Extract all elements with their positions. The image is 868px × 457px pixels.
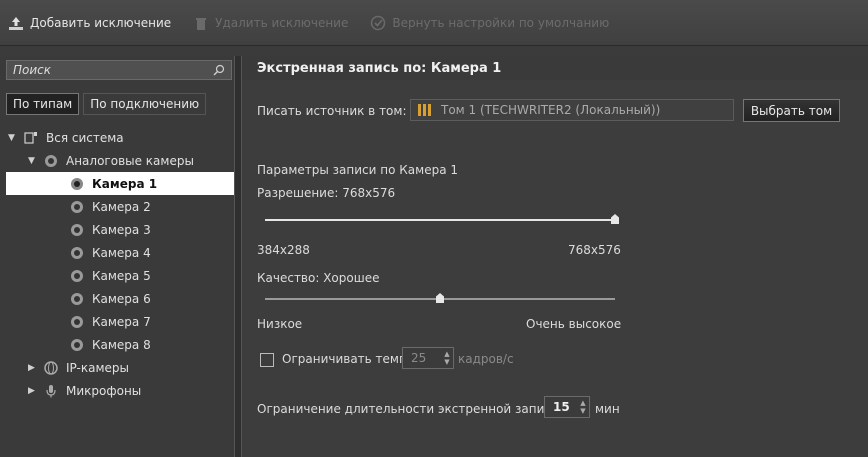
camera-group-icon	[45, 154, 57, 167]
volume-icon	[418, 104, 431, 116]
tree-item-label: Микрофоны	[66, 383, 142, 398]
quality-slider-thumb[interactable]	[436, 293, 444, 303]
camera-icon	[71, 246, 83, 259]
camera-icon	[71, 292, 83, 305]
tree-item-label: Камера 6	[92, 291, 151, 306]
tree-item-camera-7[interactable]: Камера 7	[6, 310, 234, 333]
stepper-arrows-icon[interactable]: ▲ ▼	[577, 399, 589, 415]
camera-icon	[71, 177, 83, 190]
quality-max-label: Очень высокое	[526, 317, 622, 331]
camera-icon	[71, 269, 83, 282]
panel-title: Экстренная запись по: Камера 1	[242, 56, 868, 80]
tree-item-camera-1[interactable]: Камера 1	[6, 172, 234, 195]
ip-camera-icon	[44, 360, 58, 375]
duration-value: 15	[553, 400, 570, 414]
tree-item-camera-3[interactable]: Камера 3	[6, 218, 234, 241]
settings-panel: Писать источник в том: Том 1 (TECHWRITER…	[242, 80, 868, 457]
search-icon[interactable]	[213, 64, 225, 76]
rate-unit: кадров/с	[458, 352, 514, 366]
left-panel: Поиск По типам По подключению ▼ Вся сист…	[0, 56, 234, 457]
source-volume-field[interactable]: Том 1 (TECHWRITER2 (Локальный))	[410, 99, 734, 121]
expand-arrow-icon[interactable]: ▶	[28, 363, 38, 373]
expand-arrow-icon[interactable]: ▶	[28, 386, 38, 396]
duration-stepper[interactable]: 15 ▲ ▼	[544, 396, 590, 418]
quality-label: Качество: Хорошее	[257, 271, 380, 285]
resolution-max-label: 768x576	[568, 243, 621, 257]
restore-defaults-label: Вернуть настройки по умолчанию	[392, 15, 610, 30]
tree-item-label: Камера 7	[92, 314, 151, 329]
tree-item-ip-cameras[interactable]: ▶ IP-камеры	[6, 356, 234, 379]
select-volume-button[interactable]: Выбрать том	[743, 99, 840, 122]
restore-defaults-button[interactable]: Вернуть настройки по умолчанию	[370, 15, 609, 31]
tab-by-connection[interactable]: По подключению	[83, 93, 207, 115]
add-exception-button[interactable]: Добавить исключение	[8, 15, 171, 31]
tree-item-label: Камера 3	[92, 222, 151, 237]
tree-item-label: Камера 4	[92, 245, 151, 260]
tree-item-camera-2[interactable]: Камера 2	[6, 195, 234, 218]
limit-rate-checkbox[interactable]	[260, 353, 274, 367]
tree-item-label: Камера 2	[92, 199, 151, 214]
tree-item-camera-8[interactable]: Камера 8	[6, 333, 234, 356]
search-input[interactable]: Поиск	[6, 60, 232, 80]
resolution-min-label: 384x288	[257, 243, 310, 257]
tree-item-label: Вся система	[46, 130, 124, 145]
rate-value: 25	[411, 351, 427, 365]
tree-item-label: Камера 5	[92, 268, 151, 283]
resolution-label: Разрешение: 768x576	[257, 186, 396, 200]
source-volume-value: Том 1 (TECHWRITER2 (Локальный))	[441, 103, 661, 117]
delete-exception-button[interactable]: Удалить исключение	[193, 15, 348, 31]
tree-item-label: Камера 1	[92, 176, 158, 191]
device-tree: ▼ Вся система ▼ Аналоговые камеры Камера…	[6, 126, 234, 402]
camera-icon	[71, 315, 83, 328]
trash-icon	[196, 17, 207, 30]
add-exception-label: Добавить исключение	[30, 15, 172, 30]
tree-item-camera-5[interactable]: Камера 5	[6, 264, 234, 287]
quality-min-label: Низкое	[257, 317, 303, 331]
expand-arrow-icon[interactable]: ▼	[8, 133, 18, 143]
tree-item-label: Аналоговые камеры	[66, 153, 194, 168]
stepper-arrows-icon[interactable]: ▲ ▼	[441, 350, 453, 366]
tree-item-microphones[interactable]: ▶ Микрофоны	[6, 379, 234, 402]
duration-label: Ограничение длительности экстренной запи…	[257, 402, 559, 416]
add-exception-icon	[9, 16, 23, 30]
microphone-icon	[46, 384, 56, 397]
checkmark-circle-icon	[371, 15, 386, 30]
source-label: Писать источник в том:	[257, 104, 407, 118]
panel-splitter[interactable]	[234, 56, 242, 457]
camera-icon	[71, 200, 83, 213]
limit-rate-label: Ограничивать темп	[282, 352, 407, 366]
params-label: Параметры записи по Камера 1	[257, 163, 458, 177]
tab-by-type[interactable]: По типам	[6, 93, 80, 115]
duration-unit: мин	[595, 402, 620, 416]
resolution-slider-thumb[interactable]	[611, 214, 619, 224]
camera-icon	[71, 338, 83, 351]
search-placeholder: Поиск	[13, 63, 52, 77]
camera-icon	[71, 223, 83, 236]
delete-exception-label: Удалить исключение	[215, 15, 349, 30]
tree-item-label: IP-камеры	[66, 360, 129, 375]
tree-item-all-system[interactable]: ▼ Вся система	[6, 126, 234, 149]
system-icon	[24, 131, 37, 144]
tree-item-label: Камера 8	[92, 337, 151, 352]
resolution-slider-fill	[265, 219, 615, 221]
tree-item-analog-cameras[interactable]: ▼ Аналоговые камеры	[6, 149, 234, 172]
toolbar: Добавить исключение Удалить исключение В…	[0, 0, 868, 46]
view-tabs: По типам По подключению	[6, 93, 207, 115]
expand-arrow-icon[interactable]: ▼	[28, 156, 38, 166]
rate-stepper[interactable]: 25 ▲ ▼	[402, 347, 454, 369]
tree-item-camera-6[interactable]: Камера 6	[6, 287, 234, 310]
tree-item-camera-4[interactable]: Камера 4	[6, 241, 234, 264]
